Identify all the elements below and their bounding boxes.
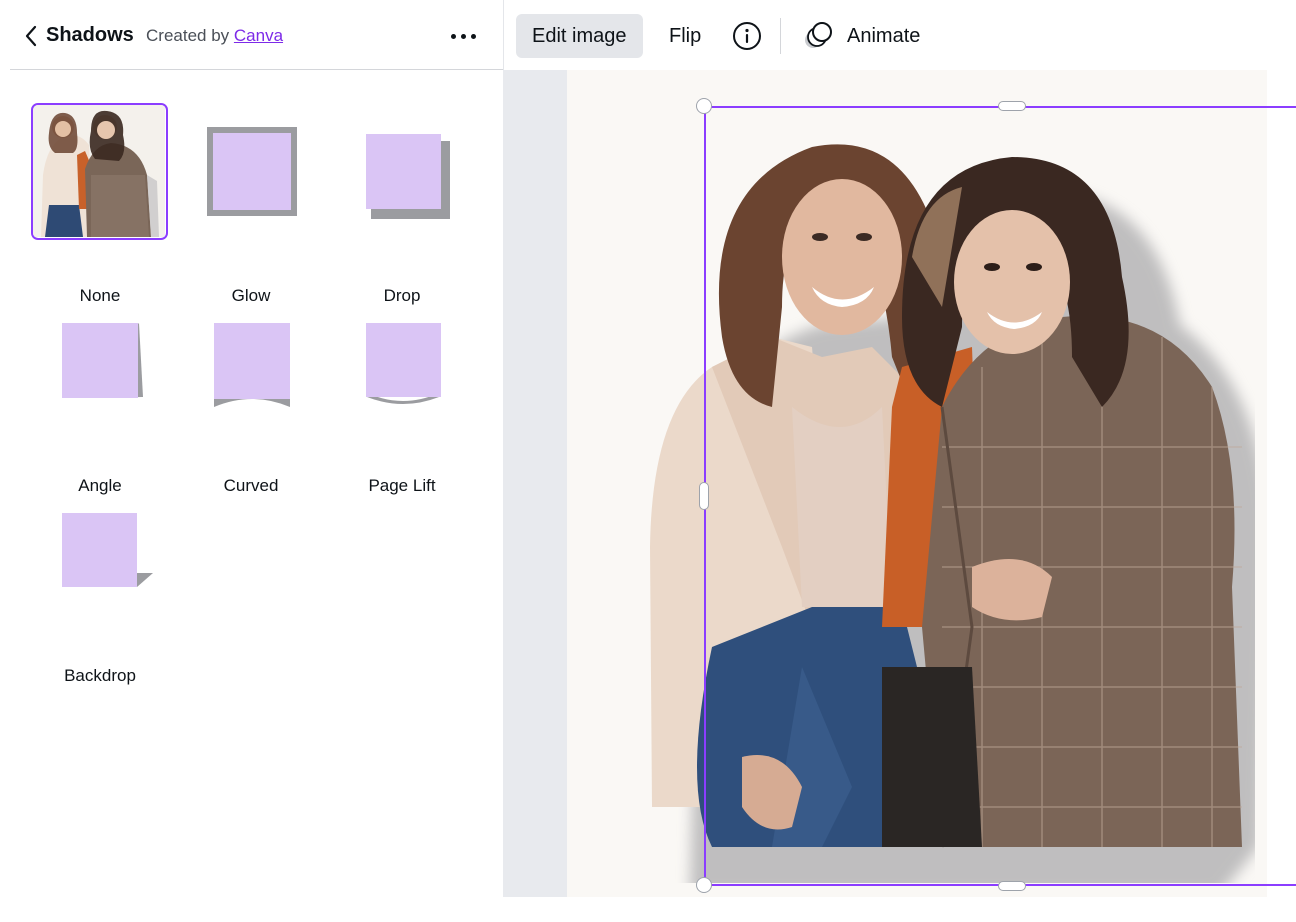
design-page[interactable] — [567, 70, 1296, 897]
chevron-left-icon — [25, 25, 37, 47]
photo-thumbnail-icon — [33, 105, 165, 237]
animate-icon — [805, 22, 832, 48]
creator-link[interactable]: Canva — [234, 26, 283, 45]
effect-drop[interactable]: Drop — [302, 103, 452, 305]
effect-glow-thumbnail — [184, 103, 321, 240]
edit-image-button[interactable]: Edit image — [516, 14, 643, 58]
selected-photo[interactable] — [642, 107, 1255, 883]
resize-handle-bottom[interactable] — [998, 881, 1026, 891]
resize-handle-bottom-left[interactable] — [696, 877, 712, 893]
more-horizontal-icon — [450, 33, 456, 39]
page-lift-shadow-icon — [366, 323, 441, 404]
effects-side-panel: Shadows Created by Canva None Glow Drop … — [0, 0, 503, 922]
panel-header: Shadows Created by Canva — [10, 0, 503, 70]
effect-backdrop-thumbnail — [33, 483, 170, 620]
info-icon — [733, 22, 761, 50]
editor-canvas-area — [503, 70, 1296, 897]
backdrop-shadow-icon — [62, 513, 153, 587]
effect-curved-thumbnail — [184, 293, 321, 430]
created-by-text: Created by Canva — [146, 26, 283, 46]
resize-handle-left[interactable] — [699, 482, 709, 510]
curved-shadow-icon — [214, 323, 290, 407]
effect-none-thumbnail — [31, 103, 168, 240]
effect-page-lift-thumbnail — [335, 293, 472, 430]
effect-backdrop[interactable]: Backdrop — [0, 483, 153, 685]
more-dot — [470, 33, 476, 39]
more-options-button[interactable] — [444, 20, 482, 52]
effect-glow[interactable]: Glow — [151, 103, 301, 305]
glow-swatch — [213, 133, 291, 210]
effect-curved[interactable]: Curved — [151, 293, 301, 495]
effect-none[interactable]: None — [0, 103, 168, 305]
back-button[interactable] — [20, 22, 42, 50]
effect-angle[interactable]: Angle — [0, 293, 150, 495]
resize-handle-top-left[interactable] — [696, 98, 712, 114]
effect-page-lift[interactable]: Page Lift — [302, 293, 452, 495]
info-button[interactable] — [722, 14, 772, 58]
panel-title: Shadows — [46, 24, 134, 46]
flip-button[interactable]: Flip — [653, 14, 717, 58]
effect-page-lift-label: Page Lift — [368, 476, 436, 495]
resize-handle-top[interactable] — [998, 101, 1026, 111]
toolbar-divider — [780, 18, 781, 54]
more-dot — [460, 33, 466, 39]
angle-shadow-icon — [62, 323, 143, 398]
created-by-prefix: Created by — [146, 26, 230, 45]
effect-angle-thumbnail — [33, 293, 170, 430]
effect-backdrop-label: Backdrop — [64, 666, 136, 685]
animate-button[interactable]: Animate — [793, 14, 928, 58]
effect-drop-thumbnail — [335, 103, 472, 240]
animate-label: Animate — [847, 24, 921, 47]
drop-swatch — [366, 134, 441, 209]
image-toolbar: Edit image Flip Animate — [503, 0, 1267, 70]
